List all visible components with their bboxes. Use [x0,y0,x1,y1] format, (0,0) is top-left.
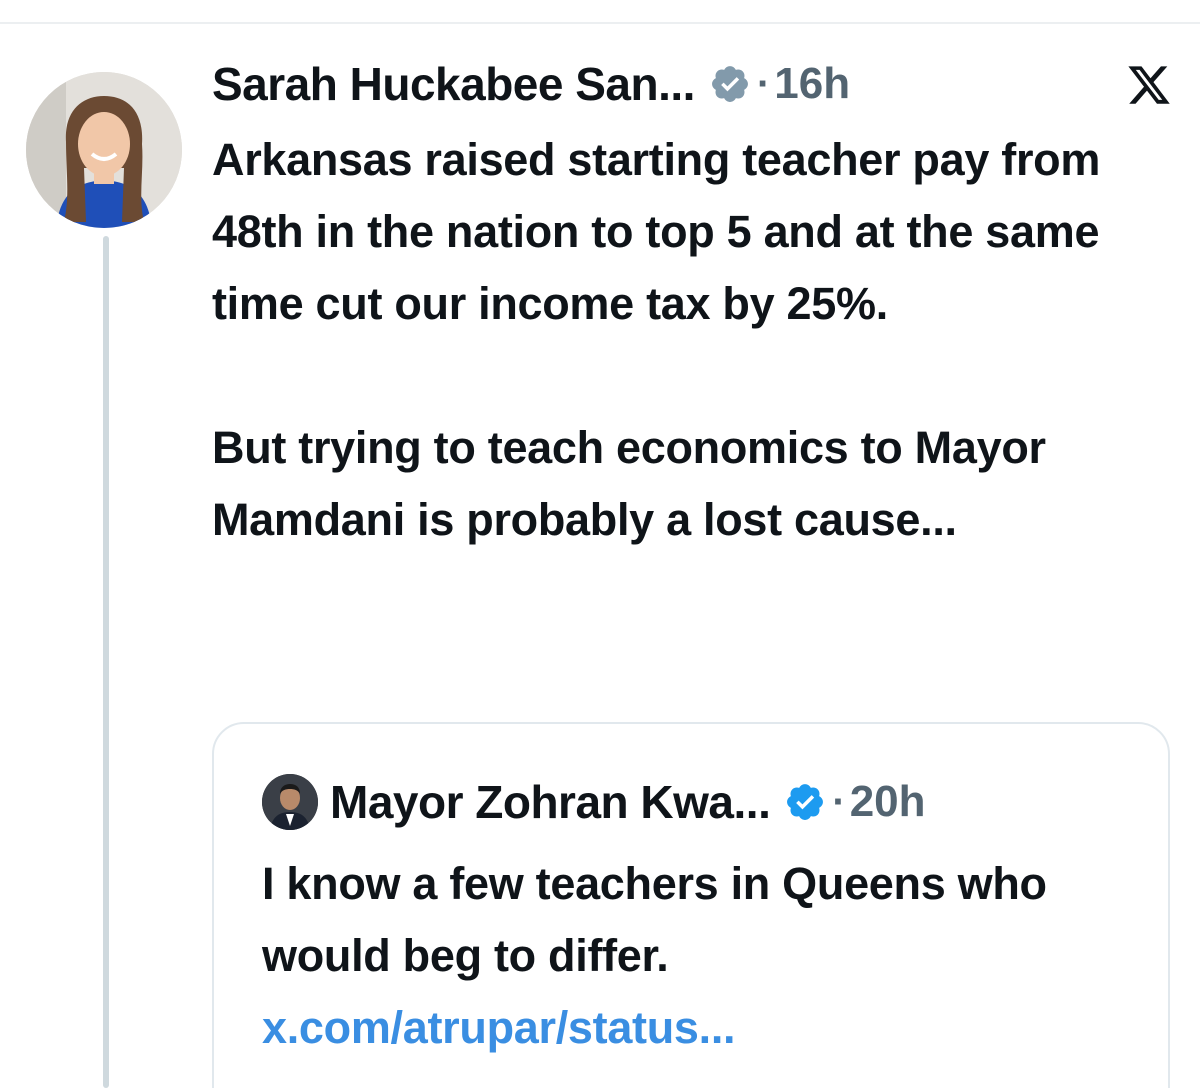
tweet-text: Arkansas raised starting teacher pay fro… [212,124,1182,556]
author-name[interactable]: Sarah Huckabee San... [212,57,695,111]
thread-line [103,236,109,1088]
quote-avatar-image [262,774,318,830]
quote-body: I know a few teachers in Queens who woul… [262,858,1047,981]
separator-dot: · [832,779,846,824]
verified-badge-icon [787,784,824,820]
quote-time[interactable]: 20h [850,777,926,827]
quote-author-name[interactable]: Mayor Zohran Kwa... [330,775,771,829]
quote-link[interactable]: x.com/atrupar/status... [262,1002,736,1053]
author-avatar[interactable] [26,72,182,228]
tweet-header: Sarah Huckabee San... · 16h [212,52,850,116]
verified-badge-icon [712,66,748,102]
author-avatar-image [26,72,182,228]
quoted-tweet-card[interactable]: Mayor Zohran Kwa... · 20h I know a few t… [212,722,1170,1088]
x-logo-icon[interactable] [1124,62,1174,108]
tweet-time[interactable]: 16h [774,59,850,109]
top-divider [0,22,1200,24]
quote-header: Mayor Zohran Kwa... · 20h [262,772,926,832]
separator-dot: · [756,61,771,106]
tweet-paragraph-1: Arkansas raised starting teacher pay fro… [212,134,1101,329]
quote-author-avatar[interactable] [262,774,318,830]
quote-text: I know a few teachers in Queens who woul… [262,848,1142,1064]
tweet-paragraph-2: But trying to teach economics to Mayor M… [212,422,1046,545]
